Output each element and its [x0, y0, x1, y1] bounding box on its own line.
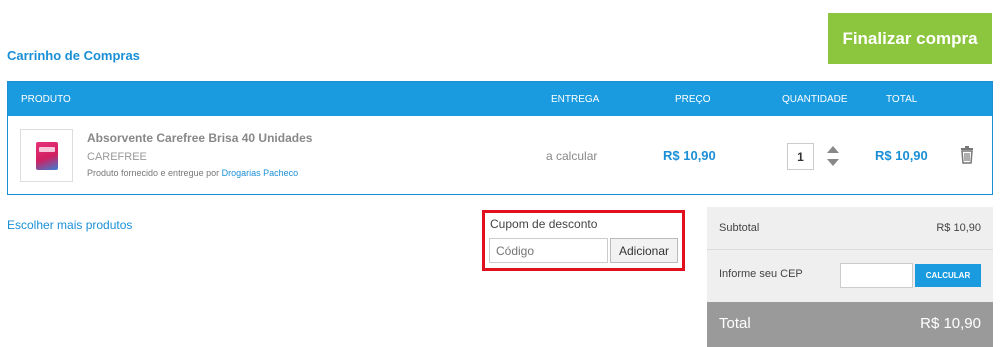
table-row: Absorvente Carefree Brisa 40 Unidades CA… — [8, 116, 992, 194]
coupon-box: Cupom de desconto Adicionar — [482, 210, 685, 271]
order-total-value: R$ 10,90 — [920, 315, 981, 332]
product-image[interactable] — [20, 129, 73, 182]
summary-divider — [707, 249, 993, 250]
subtotal-label: Subtotal — [719, 222, 760, 234]
coupon-title: Cupom de desconto — [490, 217, 598, 231]
subtotal-value: R$ 10,90 — [936, 222, 981, 234]
product-name: Absorvente Carefree Brisa 40 Unidades — [87, 131, 313, 145]
quantity-input[interactable]: 1 — [787, 143, 814, 170]
trash-icon[interactable] — [960, 146, 974, 164]
total-label: Total — [719, 315, 751, 332]
product-brand: CAREFREE — [87, 151, 147, 163]
column-price: PREÇO — [675, 94, 711, 105]
price-value: R$ 10,90 — [663, 148, 716, 163]
cart-table: PRODUTO ENTREGA PREÇO QUANTIDADE TOTAL A… — [7, 81, 993, 195]
delivery-value: a calcular — [546, 149, 598, 163]
calculate-button[interactable]: CALCULAR — [915, 264, 981, 287]
column-delivery: ENTREGA — [551, 94, 600, 105]
column-quantity: QUANTIDADE — [782, 94, 848, 105]
product-seller: Produto fornecido e entregue por Drogari… — [87, 168, 298, 178]
chevron-down-icon[interactable] — [827, 159, 839, 166]
order-summary: Subtotal R$ 10,90 Informe seu CEP CALCUL… — [707, 207, 993, 347]
more-products-link[interactable]: Escolher mais produtos — [7, 218, 132, 232]
cep-label: Informe seu CEP — [719, 268, 803, 280]
cep-input[interactable] — [840, 263, 913, 288]
coupon-code-input[interactable] — [489, 238, 608, 263]
finish-purchase-button[interactable]: Finalizar compra — [828, 13, 992, 64]
seller-prefix: Produto fornecido e entregue por — [87, 168, 220, 178]
total-bar: Total R$ 10,90 — [707, 302, 993, 347]
page-title: Carrinho de Compras — [7, 48, 140, 63]
column-total: TOTAL — [886, 94, 918, 105]
product-package-icon — [35, 141, 58, 170]
cart-table-header: PRODUTO ENTREGA PREÇO QUANTIDADE TOTAL — [8, 82, 992, 116]
seller-link[interactable]: Drogarias Pacheco — [222, 168, 299, 178]
chevron-up-icon[interactable] — [827, 146, 839, 153]
column-product: PRODUTO — [21, 94, 71, 105]
total-value: R$ 10,90 — [875, 148, 928, 163]
add-coupon-button[interactable]: Adicionar — [610, 238, 678, 263]
